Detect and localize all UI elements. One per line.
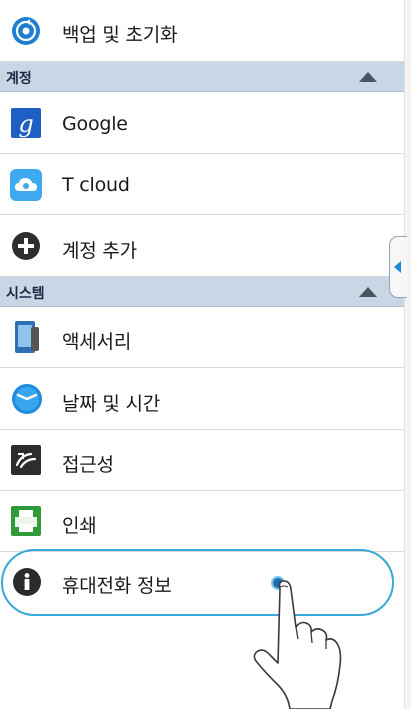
t-cloud-icon	[10, 169, 42, 201]
accessibility-icon	[11, 445, 41, 475]
collapse-triangle-icon	[359, 72, 377, 82]
pointing-hand-icon	[253, 580, 342, 709]
settings-screen: 백업 및 초기화 계정 g Google T cloud 계정 추가 시스템 액…	[0, 0, 411, 709]
printer-icon	[11, 506, 41, 536]
backup-reset-icon	[12, 17, 40, 45]
add-account-icon	[12, 232, 40, 260]
settings-item-google[interactable]: g Google	[0, 92, 405, 154]
section-title: 계정	[6, 71, 32, 87]
settings-item-label: 액세서리	[62, 331, 132, 353]
svg-text:g: g	[18, 110, 33, 138]
collapse-triangle-icon	[359, 287, 377, 297]
section-header-account[interactable]: 계정	[0, 62, 405, 92]
side-panel-handle[interactable]	[389, 236, 407, 298]
settings-item-date-time[interactable]: 날짜 및 시간	[0, 368, 405, 430]
section-header-system[interactable]: 시스템	[0, 277, 405, 307]
settings-item-accessibility[interactable]: 접근성	[0, 430, 405, 491]
settings-item-label: 접근성	[62, 454, 114, 476]
section-title: 시스템	[6, 286, 45, 302]
settings-item-label: 백업 및 초기화	[62, 24, 178, 46]
settings-item-label: 인쇄	[62, 515, 97, 537]
settings-item-label: T cloud	[62, 174, 130, 196]
scroll-edge	[404, 0, 411, 709]
google-icon: g	[11, 108, 41, 138]
accessory-icon	[15, 321, 39, 353]
clock-icon	[12, 384, 42, 414]
settings-item-backup-reset[interactable]: 백업 및 초기화	[0, 0, 405, 62]
settings-item-accessory[interactable]: 액세서리	[0, 307, 405, 368]
arrow-left-icon	[394, 261, 401, 273]
settings-item-add-account[interactable]: 계정 추가	[0, 215, 405, 277]
settings-item-label: 계정 추가	[62, 240, 137, 262]
settings-item-label: 날짜 및 시간	[62, 393, 161, 415]
settings-item-label: Google	[62, 113, 128, 135]
settings-item-t-cloud[interactable]: T cloud	[0, 154, 405, 215]
settings-item-print[interactable]: 인쇄	[0, 491, 405, 552]
